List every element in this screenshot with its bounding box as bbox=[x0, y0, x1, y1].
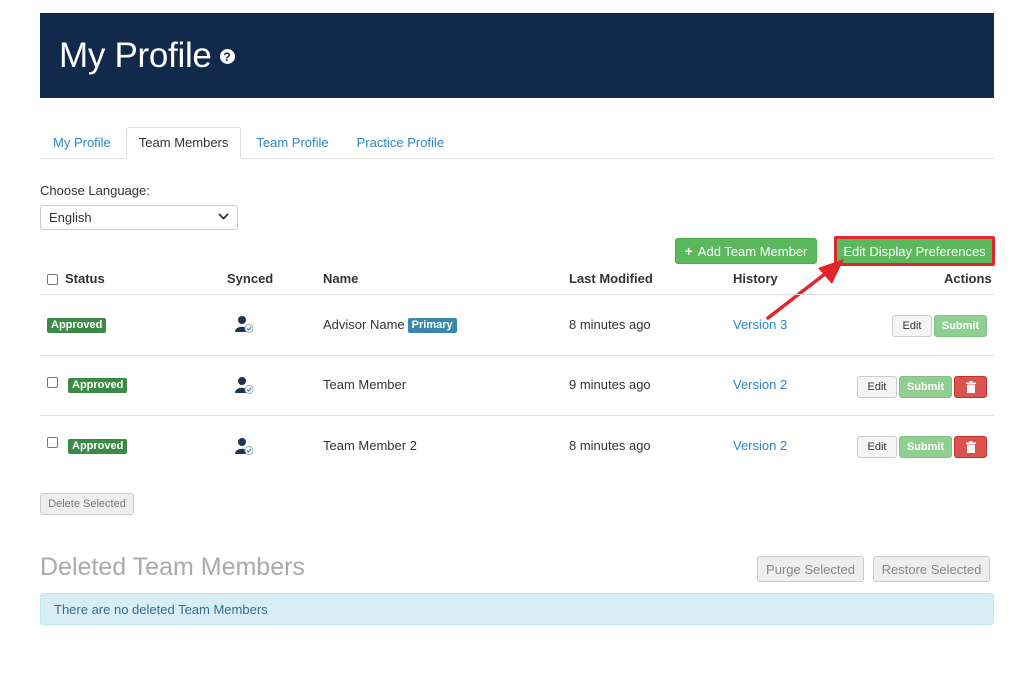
last-modified-cell: 8 minutes ago bbox=[569, 438, 651, 453]
chevron-down-icon bbox=[218, 212, 229, 223]
question-circle-icon[interactable]: ? bbox=[219, 49, 235, 64]
column-header-status: Status bbox=[65, 271, 105, 286]
last-modified-cell: 8 minutes ago bbox=[569, 317, 651, 332]
language-selected-value: English bbox=[49, 210, 92, 225]
member-name: Advisor Name bbox=[323, 317, 405, 332]
edit-button[interactable]: Edit bbox=[892, 315, 932, 337]
delete-selected-button[interactable]: Delete Selected bbox=[40, 493, 134, 515]
column-header-actions: Actions bbox=[944, 271, 992, 286]
edit-button[interactable]: Edit bbox=[857, 436, 897, 458]
tab-my-profile[interactable]: My Profile bbox=[40, 127, 124, 159]
primary-badge: Primary bbox=[407, 318, 457, 333]
edit-display-preferences-button[interactable]: Edit Display Preferences bbox=[834, 236, 995, 266]
tab-team-members[interactable]: Team Members bbox=[125, 127, 242, 159]
column-header-last-modified: Last Modified bbox=[569, 271, 653, 286]
status-badge: Approved bbox=[68, 378, 128, 393]
status-badge: Approved bbox=[68, 439, 128, 454]
synced-user-icon bbox=[235, 377, 253, 394]
tab-bar: My Profile Team Members Team Profile Pra… bbox=[40, 127, 994, 159]
history-version-link[interactable]: Version 2 bbox=[733, 438, 787, 453]
row-checkbox[interactable] bbox=[47, 377, 58, 388]
language-select[interactable]: English bbox=[40, 205, 238, 230]
column-header-history: History bbox=[733, 271, 778, 286]
trash-icon bbox=[965, 441, 976, 453]
member-name-cell: Advisor Name Primary bbox=[323, 317, 457, 333]
column-header-synced: Synced bbox=[227, 271, 274, 286]
tab-practice-profile[interactable]: Practice Profile bbox=[344, 127, 457, 159]
status-badge: Approved bbox=[47, 318, 107, 333]
member-name: Team Member bbox=[323, 377, 407, 392]
empty-deleted-message: There are no deleted Team Members bbox=[40, 593, 994, 625]
row-divider bbox=[40, 415, 994, 416]
submit-button[interactable]: Submit bbox=[899, 376, 952, 398]
submit-button[interactable]: Submit bbox=[934, 315, 987, 337]
plus-icon: + bbox=[684, 243, 693, 259]
delete-button[interactable] bbox=[954, 436, 987, 458]
table-header-divider bbox=[40, 294, 994, 295]
restore-selected-button[interactable]: Restore Selected bbox=[873, 556, 990, 582]
tab-team-profile[interactable]: Team Profile bbox=[243, 127, 341, 159]
member-name: Team Member 2 bbox=[323, 438, 417, 453]
annotation-arrow-icon bbox=[766, 259, 844, 320]
row-divider bbox=[40, 355, 994, 356]
deleted-section-title: Deleted Team Members bbox=[40, 553, 305, 581]
purge-selected-button[interactable]: Purge Selected bbox=[757, 556, 864, 582]
last-modified-cell: 9 minutes ago bbox=[569, 377, 651, 392]
page-header: My Profile ? bbox=[40, 13, 994, 98]
history-version-link[interactable]: Version 2 bbox=[733, 377, 787, 392]
page-title: My Profile bbox=[59, 35, 212, 75]
select-all-checkbox[interactable] bbox=[47, 274, 58, 285]
edit-button[interactable]: Edit bbox=[857, 376, 897, 398]
trash-icon bbox=[965, 381, 976, 393]
submit-button[interactable]: Submit bbox=[899, 436, 952, 458]
delete-button[interactable] bbox=[954, 376, 987, 398]
language-label: Choose Language: bbox=[40, 183, 150, 198]
column-header-name: Name bbox=[323, 271, 359, 286]
history-version-link[interactable]: Version 3 bbox=[733, 317, 787, 332]
synced-user-icon bbox=[235, 438, 253, 455]
synced-user-icon bbox=[235, 316, 253, 333]
row-checkbox[interactable] bbox=[47, 437, 58, 448]
